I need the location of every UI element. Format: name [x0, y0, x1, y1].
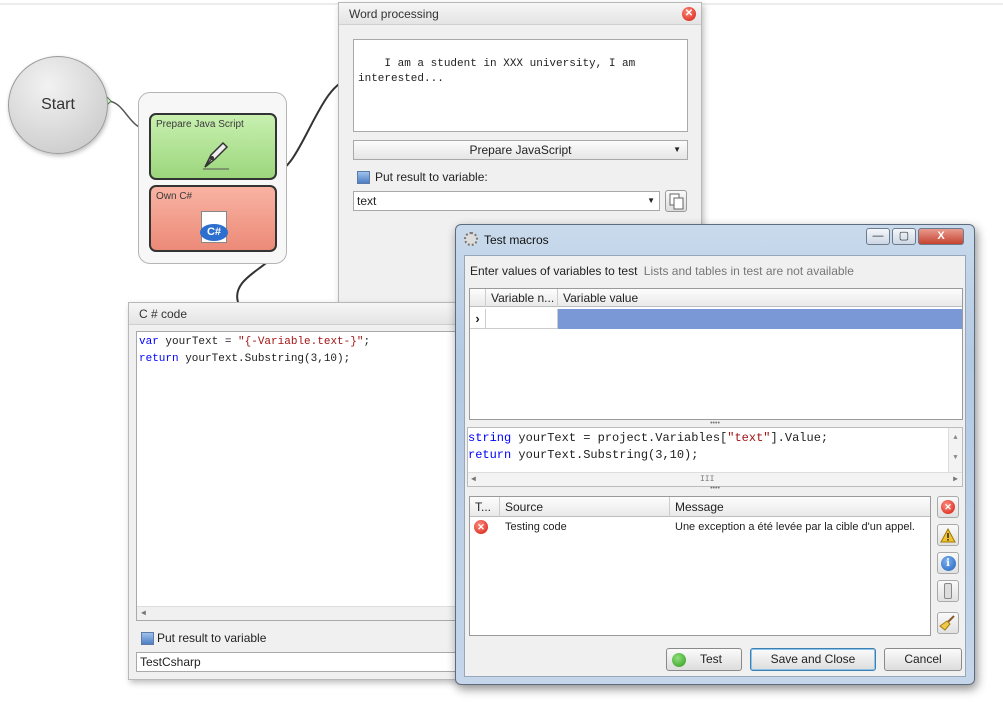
splitter-handle[interactable]: ••••: [465, 485, 965, 492]
test-macros-window: Test macros — ▢ X Enter values of variab…: [455, 224, 975, 685]
row-header-corner: [470, 289, 486, 307]
filter-errors-button[interactable]: ✕: [937, 496, 959, 518]
scrollbar-horizontal[interactable]: ◀: [137, 606, 460, 620]
action-group[interactable]: Prepare Java Script Own C# C#: [138, 92, 287, 264]
text-input-value: I am a student in XXX university, I am i…: [358, 58, 636, 85]
variable-input-value: TestCsharp: [140, 655, 201, 669]
put-result-label: Put result to variable: [157, 631, 267, 645]
error-icon: ✕: [941, 500, 955, 514]
code-editor[interactable]: var yourText = "{-Variable.text-}"; retu…: [136, 331, 461, 621]
cell-variable-value[interactable]: [558, 309, 962, 329]
chevron-right-icon: ▶: [953, 475, 958, 484]
broom-icon: [939, 615, 955, 631]
heading: Enter values of variables to test Lists …: [470, 264, 854, 278]
close-icon[interactable]: ✕: [682, 7, 696, 21]
text-input[interactable]: I am a student in XXX university, I am i…: [353, 39, 688, 132]
variable-input[interactable]: TestCsharp: [136, 652, 461, 672]
save-and-close-label: Save and Close: [770, 652, 856, 666]
start-node[interactable]: Start: [8, 56, 108, 154]
put-result-checkbox[interactable]: [357, 171, 370, 184]
grid-row[interactable]: ›: [470, 309, 962, 329]
pen-icon: [203, 141, 229, 170]
col-variable-name[interactable]: Variable n...: [486, 289, 558, 307]
grid-header: Variable n... Variable value: [470, 289, 962, 307]
csharp-code-panel: C # code var yourText = "{-Variable.text…: [128, 302, 461, 680]
code-line: string yourText = project.Variables["tex…: [468, 431, 829, 445]
start-label: Start: [41, 96, 75, 113]
code-line: return yourText.Substring(3,10);: [468, 448, 699, 462]
warning-icon: [940, 527, 956, 542]
scrollbar-vertical[interactable]: ▲ ▼: [948, 428, 962, 472]
close-button[interactable]: X: [918, 228, 964, 245]
variable-combo-value: text: [357, 194, 377, 208]
panel-title-text: Word processing: [349, 7, 439, 21]
prepare-javascript-block[interactable]: Prepare Java Script: [149, 113, 277, 180]
code-line: var yourText = "{-Variable.text-}";: [139, 336, 371, 348]
heading-text: Enter values of variables to test: [470, 264, 638, 278]
own-csharp-block[interactable]: Own C# C#: [149, 185, 277, 252]
test-button[interactable]: Test: [666, 648, 742, 671]
filter-warnings-button[interactable]: [937, 524, 959, 546]
block-label: Own C#: [156, 191, 193, 202]
chevron-left-icon: ◀: [471, 475, 476, 484]
scrollbar-horizontal[interactable]: ◀ III ▶: [468, 472, 962, 486]
code-line: return yourText.Substring(3,10);: [139, 353, 351, 365]
gear-icon: [464, 232, 478, 246]
window-body: Enter values of variables to test Lists …: [464, 255, 966, 677]
window-title: Test macros: [484, 233, 549, 247]
filter-debug-button[interactable]: [937, 580, 959, 602]
csharp-file-icon: C#: [200, 211, 228, 243]
maximize-button[interactable]: ▢: [892, 228, 916, 245]
block-label: Prepare Java Script: [156, 119, 244, 130]
col-source[interactable]: Source: [500, 497, 670, 517]
variables-grid[interactable]: Variable n... Variable value ›: [469, 288, 963, 420]
log-list[interactable]: T... Source Message ✕ Testing code Une e…: [469, 496, 931, 636]
put-result-checkbox[interactable]: [141, 632, 154, 645]
traffic-light-icon: [944, 583, 952, 599]
col-message[interactable]: Message: [670, 497, 930, 517]
panel-title-text: C # code: [139, 307, 188, 321]
csharp-icon-text: C#: [200, 224, 228, 241]
error-icon: ✕: [474, 520, 488, 534]
clear-log-button[interactable]: [937, 612, 959, 634]
dropdown-value: Prepare JavaScript: [469, 143, 572, 157]
put-result-label: Put result to variable:: [375, 170, 488, 184]
minimize-button[interactable]: —: [866, 228, 890, 245]
log-message: Une exception a été levée par la cible d…: [675, 521, 915, 533]
log-header: T... Source Message: [470, 497, 930, 517]
col-type[interactable]: T...: [470, 497, 500, 517]
heading-note: Lists and tables in test are not availab…: [643, 264, 854, 278]
panel-title: Word processing ✕: [339, 3, 701, 25]
col-variable-value[interactable]: Variable value: [558, 289, 962, 307]
variable-combo[interactable]: text ▼: [353, 191, 660, 211]
cancel-label: Cancel: [904, 652, 942, 666]
action-dropdown[interactable]: Prepare JavaScript ▼: [353, 140, 688, 160]
play-icon: [672, 653, 686, 667]
log-row[interactable]: ✕ Testing code Une exception a été levée…: [470, 519, 930, 537]
macro-code-editor[interactable]: string yourText = project.Variables["tex…: [467, 427, 963, 487]
row-pointer-icon: ›: [470, 309, 486, 329]
log-source: Testing code: [505, 521, 567, 533]
copy-variable-button[interactable]: [665, 190, 687, 212]
filter-info-button[interactable]: i: [937, 552, 959, 574]
test-button-label: Test: [699, 652, 722, 666]
panel-title: C # code: [129, 303, 459, 325]
chevron-down-icon: ▼: [647, 196, 655, 205]
save-and-close-button[interactable]: Save and Close: [750, 648, 876, 671]
info-icon: i: [940, 555, 956, 571]
cancel-button[interactable]: Cancel: [884, 648, 962, 671]
chevron-down-icon: ▼: [673, 145, 681, 154]
copy-icon: [669, 193, 684, 210]
cell-variable-name[interactable]: [486, 309, 558, 329]
